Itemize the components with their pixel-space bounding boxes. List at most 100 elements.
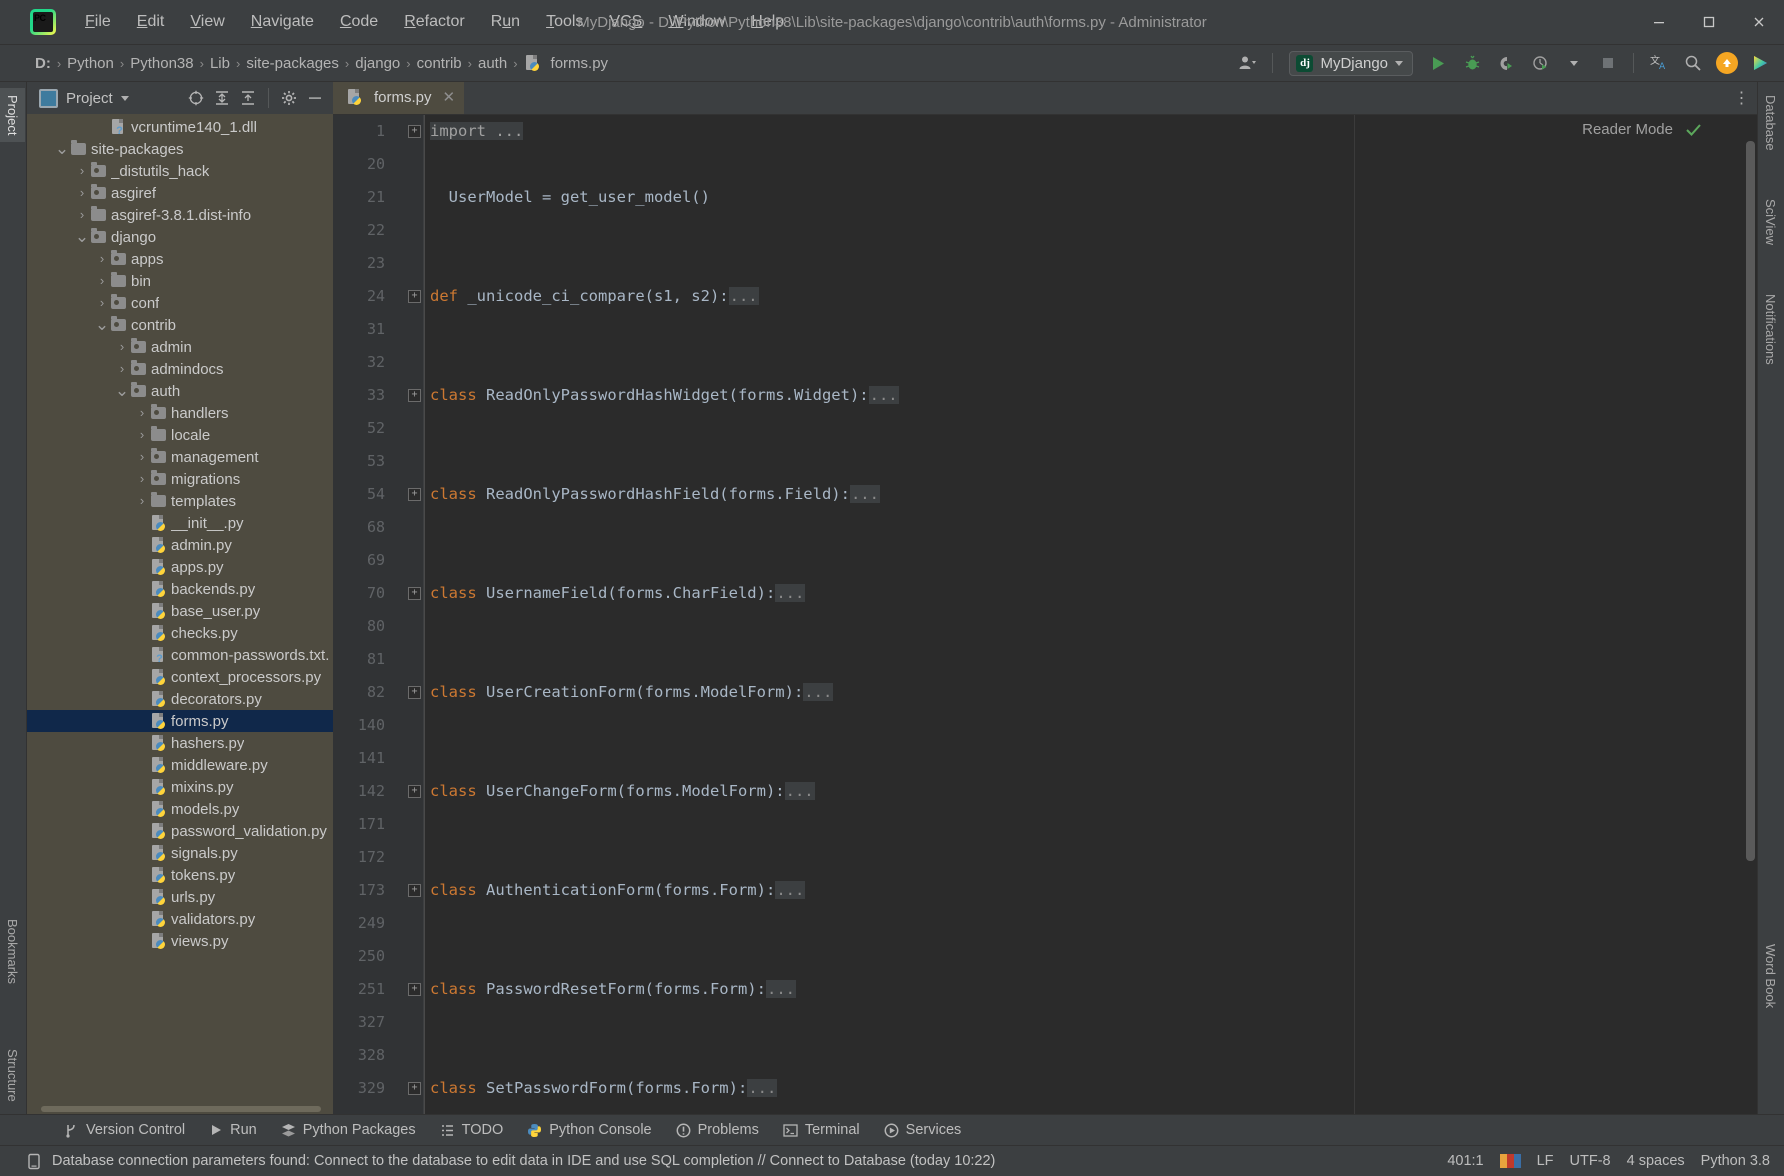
project-panel-title-box[interactable]: Project xyxy=(39,88,129,108)
tree-item-admindocs[interactable]: › admindocs xyxy=(27,358,333,380)
project-tree[interactable]: ? vcruntime140_1.dll ⌄ site-packages › _distu… xyxy=(27,114,333,1104)
menu-help[interactable]: Help xyxy=(738,9,797,35)
code-line[interactable] xyxy=(424,445,1757,478)
fold-toggle[interactable]: + xyxy=(395,775,423,808)
caret-position[interactable]: 401:1 xyxy=(1447,1153,1483,1169)
tree-item-common-passwords-txt-gz[interactable]: ? common-passwords.txt.gz xyxy=(27,644,333,666)
tree-item-mixins-py[interactable]: mixins.py xyxy=(27,776,333,798)
code-line[interactable] xyxy=(424,643,1757,676)
chevron-right-icon[interactable]: › xyxy=(75,208,89,221)
inspection-status-icon[interactable] xyxy=(1685,121,1703,139)
menu-tools[interactable]: Tools xyxy=(533,9,596,35)
tree-item-middleware-py[interactable]: middleware.py xyxy=(27,754,333,776)
fold-toggle[interactable]: + xyxy=(395,874,423,907)
code-line[interactable] xyxy=(424,511,1757,544)
tool-tab-notifications[interactable]: Notifications xyxy=(1758,287,1783,372)
code-line[interactable] xyxy=(424,742,1757,775)
chevron-down-icon[interactable]: ⌄ xyxy=(95,316,109,333)
minimize-button[interactable] xyxy=(1634,0,1684,44)
chevron-right-icon[interactable]: › xyxy=(135,428,149,441)
chevron-down-icon[interactable]: ⌄ xyxy=(75,228,89,245)
close-button[interactable] xyxy=(1734,0,1784,44)
fold-toggle[interactable]: + xyxy=(395,1072,423,1105)
tree-item-asgiref[interactable]: › asgiref xyxy=(27,182,333,204)
breadcrumb-item-4[interactable]: site-packages xyxy=(241,53,344,74)
status-message[interactable]: Database connection parameters found: Co… xyxy=(52,1153,995,1169)
menu-code[interactable]: Code xyxy=(327,9,391,35)
code-lines-column[interactable]: import ... UserModel = get_user_model() … xyxy=(424,115,1757,1114)
tool-tab-structure[interactable]: Structure xyxy=(0,1042,25,1109)
tree-item-contrib[interactable]: ⌄ contrib xyxy=(27,314,333,336)
tool-tab-bookmarks[interactable]: Bookmarks xyxy=(0,912,25,991)
chevron-right-icon[interactable]: › xyxy=(135,406,149,419)
tree-item-context-processors-py[interactable]: context_processors.py xyxy=(27,666,333,688)
tree-item-admin-py[interactable]: admin.py xyxy=(27,534,333,556)
indent-setting[interactable]: 4 spaces xyxy=(1627,1153,1685,1169)
code-line[interactable] xyxy=(424,148,1757,181)
code-line[interactable]: def _unicode_ci_compare(s1, s2):... xyxy=(424,280,1757,313)
chevron-right-icon[interactable]: › xyxy=(75,164,89,177)
chevron-down-icon[interactable] xyxy=(1559,49,1589,77)
expand-fold-icon[interactable]: + xyxy=(408,290,421,303)
tree-item-validators-py[interactable]: validators.py xyxy=(27,908,333,930)
tree-item-views-py[interactable]: views.py xyxy=(27,930,333,952)
fold-toggle[interactable]: + xyxy=(395,115,423,148)
tree-item-admin[interactable]: › admin xyxy=(27,336,333,358)
code-line[interactable] xyxy=(424,1006,1757,1039)
code-line[interactable]: class UserCreationForm(forms.ModelForm):… xyxy=(424,676,1757,709)
code-line[interactable]: import ... xyxy=(424,115,1757,148)
line-separator[interactable]: LF xyxy=(1537,1153,1554,1169)
expand-fold-icon[interactable]: + xyxy=(408,1082,421,1095)
fold-toggle[interactable]: + xyxy=(395,280,423,313)
tree-item-apps[interactable]: › apps xyxy=(27,248,333,270)
line-number-gutter[interactable]: 1 20 21 22 23 24 31 32 33 52 53 54 68 69 70 80 81 82 140 14… xyxy=(333,115,415,1114)
tree-item-management[interactable]: › management xyxy=(27,446,333,468)
code-line[interactable] xyxy=(424,808,1757,841)
coverage-icon[interactable] xyxy=(1491,49,1521,77)
tree-item-site-packages[interactable]: ⌄ site-packages xyxy=(27,138,333,160)
chevron-right-icon[interactable]: › xyxy=(115,362,129,375)
code-line[interactable] xyxy=(424,709,1757,742)
tree-item-handlers[interactable]: › handlers xyxy=(27,402,333,424)
tree-item-locale[interactable]: › locale xyxy=(27,424,333,446)
chevron-right-icon[interactable]: › xyxy=(95,274,109,287)
tree-item-urls-py[interactable]: urls.py xyxy=(27,886,333,908)
fold-toggle[interactable]: + xyxy=(395,379,423,412)
code-viewport[interactable]: 1 20 21 22 23 24 31 32 33 52 53 54 68 69 70 80 81 82 140 14… xyxy=(333,115,1757,1114)
tree-item-django[interactable]: ⌄ django xyxy=(27,226,333,248)
bottom-tab-terminal[interactable]: Terminal xyxy=(771,1119,872,1141)
fold-toggle[interactable]: + xyxy=(395,676,423,709)
expand-fold-icon[interactable]: + xyxy=(408,488,421,501)
tool-tab-wordbook[interactable]: Word Book xyxy=(1758,937,1783,1015)
tree-item-migrations[interactable]: › migrations xyxy=(27,468,333,490)
menu-refactor[interactable]: Refactor xyxy=(391,9,477,35)
update-icon[interactable] xyxy=(1712,49,1742,77)
code-line[interactable] xyxy=(424,412,1757,445)
breadcrumb-item-2[interactable]: Python38 xyxy=(125,53,198,74)
breadcrumb-item-6[interactable]: contrib xyxy=(412,53,467,74)
tree-item--distutils-hack[interactable]: › _distutils_hack xyxy=(27,160,333,182)
tree-item--init-py[interactable]: __init__.py xyxy=(27,512,333,534)
bottom-tab-run[interactable]: Run xyxy=(197,1119,269,1141)
close-icon[interactable]: ✕ xyxy=(443,88,456,106)
tree-item-vcruntime140-1-dll[interactable]: ? vcruntime140_1.dll xyxy=(27,116,333,138)
chevron-right-icon[interactable]: › xyxy=(95,296,109,309)
code-line[interactable]: class PasswordResetForm(forms.Form):... xyxy=(424,973,1757,1006)
code-line[interactable] xyxy=(424,346,1757,379)
bottom-tab-python-console[interactable]: Python Console xyxy=(515,1119,663,1141)
tree-item-password-validation-py[interactable]: password_validation.py xyxy=(27,820,333,842)
code-line[interactable] xyxy=(424,247,1757,280)
bottom-tab-todo[interactable]: TODO xyxy=(428,1119,516,1141)
tree-item-hashers-py[interactable]: hashers.py xyxy=(27,732,333,754)
bottom-tab-python-packages[interactable]: Python Packages xyxy=(269,1119,428,1141)
bottom-tab-services[interactable]: Services xyxy=(872,1119,974,1141)
chevron-right-icon[interactable]: › xyxy=(135,494,149,507)
tree-item-signals-py[interactable]: signals.py xyxy=(27,842,333,864)
tool-tab-database[interactable]: Database xyxy=(1758,88,1783,158)
breadcrumb-item-1[interactable]: Python xyxy=(62,53,119,74)
code-line[interactable] xyxy=(424,610,1757,643)
code-line[interactable]: UserModel = get_user_model() xyxy=(424,181,1757,214)
code-line[interactable] xyxy=(424,841,1757,874)
code-line[interactable] xyxy=(424,1105,1757,1114)
project-tree-hscrollbar[interactable] xyxy=(27,1104,333,1114)
